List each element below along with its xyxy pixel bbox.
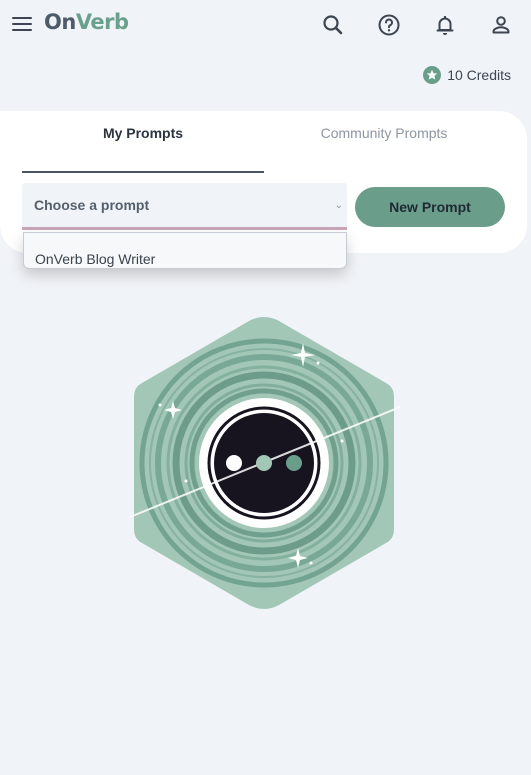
new-prompt-button[interactable]: New Prompt	[355, 187, 505, 227]
logo-on: On	[44, 10, 76, 34]
user-icon[interactable]	[488, 12, 514, 38]
tab-community-prompts[interactable]: Community Prompts	[264, 125, 504, 157]
logo[interactable]: OnVerb	[44, 10, 129, 34]
prompt-option[interactable]: OnVerb Blog Writer	[23, 232, 347, 269]
search-icon[interactable]	[320, 12, 346, 38]
credits-label: 10 Credits	[447, 67, 511, 83]
prompt-select-placeholder: Choose a prompt	[34, 197, 150, 213]
star-icon	[423, 66, 442, 84]
tab-my-prompts[interactable]: My Prompts	[22, 125, 264, 173]
help-icon[interactable]	[376, 12, 402, 38]
loading-illustration	[128, 313, 400, 613]
bell-icon[interactable]	[432, 12, 458, 38]
menu-icon[interactable]	[11, 13, 33, 35]
prompt-select[interactable]: Choose a prompt ⌄	[22, 183, 347, 230]
top-bar: OnVerb	[0, 0, 531, 50]
logo-verb: Verb	[75, 10, 129, 34]
chevron-down-icon: ⌄	[334, 200, 343, 211]
credits-display[interactable]: 10 Credits	[423, 64, 511, 86]
